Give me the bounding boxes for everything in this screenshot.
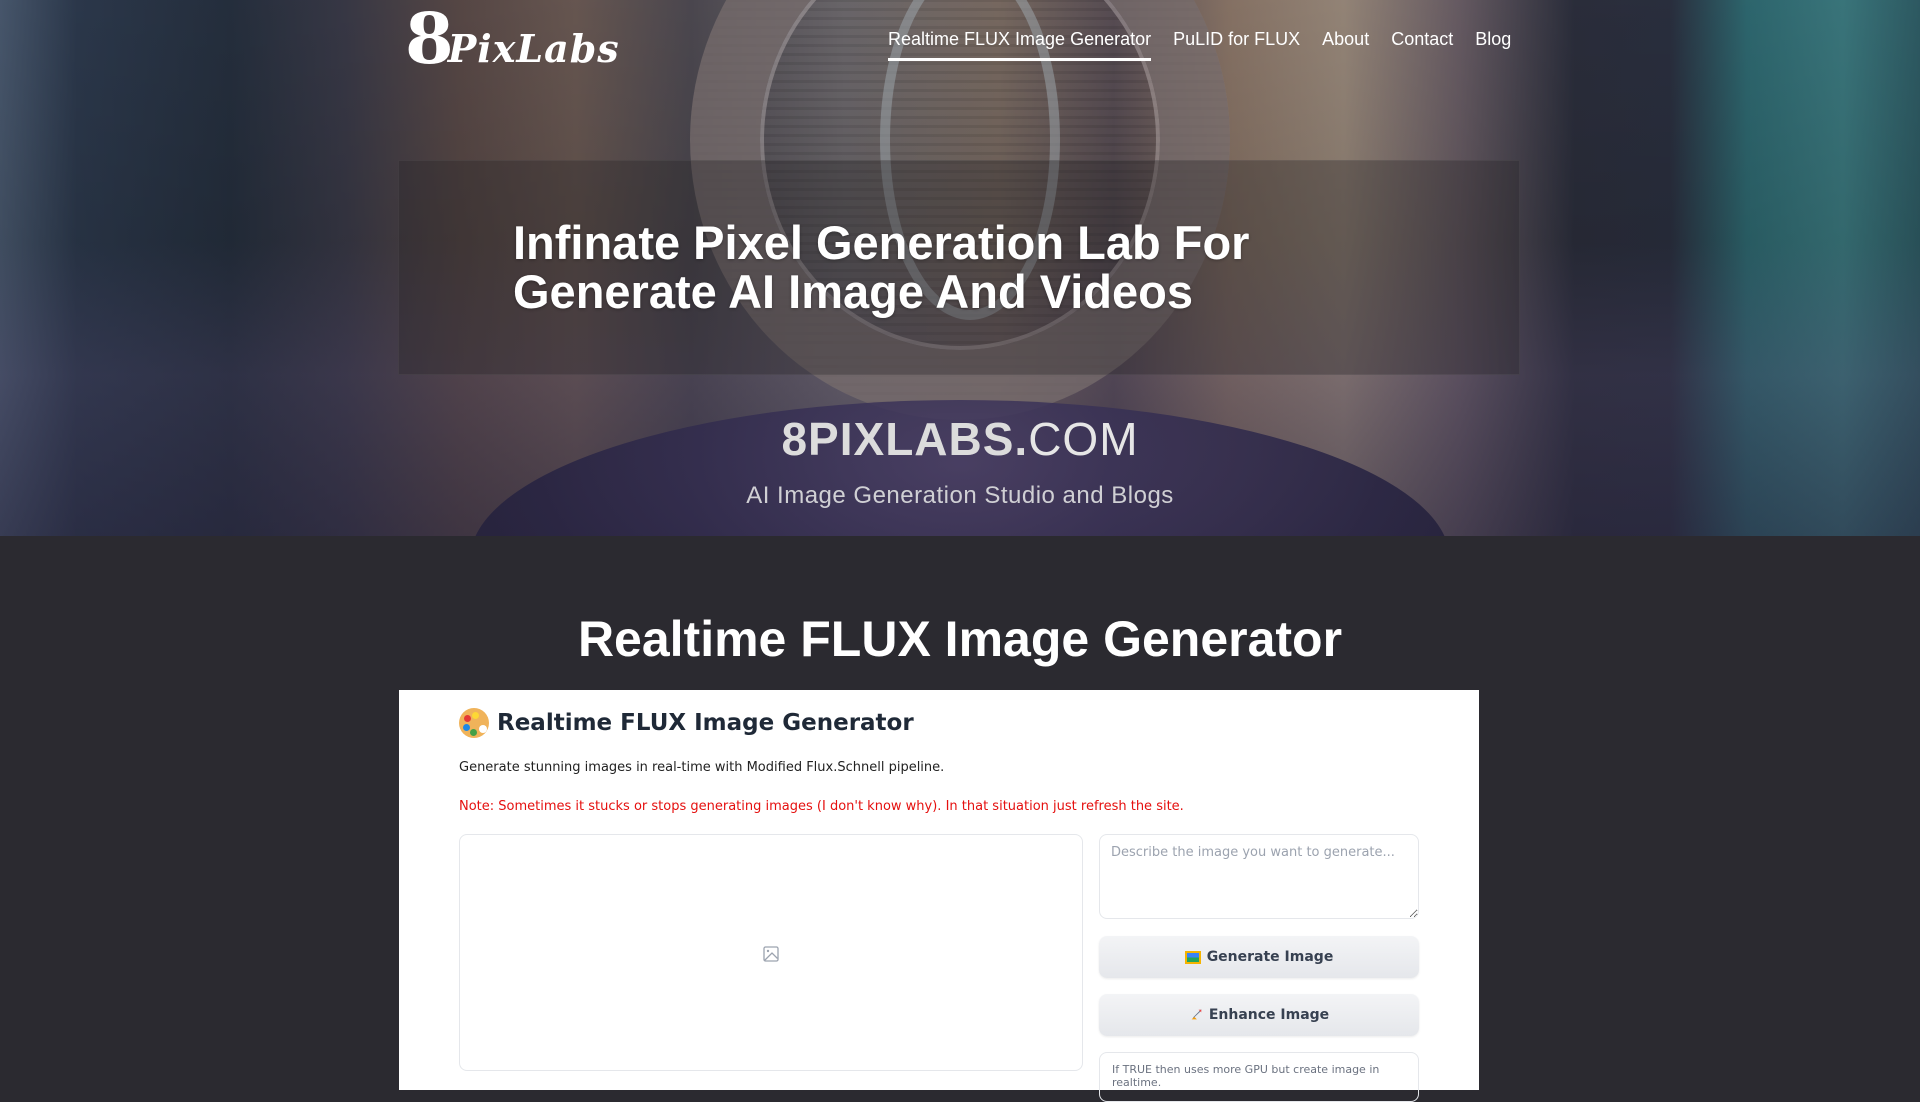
realtime-option-info: If TRUE then uses more GPU but create im… xyxy=(1099,1052,1419,1102)
generate-image-button[interactable]: Generate Image xyxy=(1099,936,1419,978)
framed-picture-icon xyxy=(1184,950,1201,964)
nav-link-realtime-flux[interactable]: Realtime FLUX Image Generator xyxy=(888,27,1152,61)
generated-image-output xyxy=(459,834,1083,1071)
logo-text: PixLabs xyxy=(447,26,620,71)
enhance-image-label: Enhance Image xyxy=(1208,1007,1330,1023)
enhance-image-button[interactable]: Enhance Image xyxy=(1099,994,1419,1036)
nav-link-blog[interactable]: Blog xyxy=(1475,27,1511,61)
app-title: Realtime FLUX Image Generator xyxy=(459,708,914,738)
hero-banner: 8 PixLabs Realtime FLUX Image Generator … xyxy=(0,0,1920,536)
brand-light: COM xyxy=(1028,413,1139,465)
hero-title: Infinate Pixel Generation Lab For Genera… xyxy=(513,218,1413,316)
brand-bold: 8PIXLABS. xyxy=(781,413,1029,465)
site-logo[interactable]: 8 PixLabs xyxy=(405,0,620,80)
prompt-input[interactable] xyxy=(1099,834,1419,919)
generate-image-label: Generate Image xyxy=(1206,949,1334,965)
hero-brand-wordmark: 8PIXLABS.COM xyxy=(0,412,1920,466)
app-description: Generate stunning images in real-time wi… xyxy=(459,760,945,775)
generator-app-card: Realtime FLUX Image Generator Generate s… xyxy=(399,690,1479,1102)
nav-link-about[interactable]: About xyxy=(1322,27,1369,61)
hero-brand-tagline: AI Image Generation Studio and Blogs xyxy=(746,482,1174,509)
hero-title-line-2: Generate AI Image And Videos xyxy=(513,265,1193,318)
app-title-text: Realtime FLUX Image Generator xyxy=(497,710,914,736)
rocket-icon xyxy=(1191,1009,1202,1020)
artist-palette-icon xyxy=(459,708,489,738)
image-icon xyxy=(763,946,779,962)
section-title: Realtime FLUX Image Generator xyxy=(577,611,1343,667)
hero-title-line-1: Infinate Pixel Generation Lab For xyxy=(513,216,1250,269)
app-note-warning: Note: Sometimes it stucks or stops gener… xyxy=(459,799,1184,814)
logo-numeral: 8 xyxy=(405,0,454,80)
main-nav: Realtime FLUX Image Generator PuLID for … xyxy=(888,27,1511,61)
nav-link-pulid-flux[interactable]: PuLID for FLUX xyxy=(1173,27,1300,61)
nav-link-contact[interactable]: Contact xyxy=(1391,27,1453,61)
